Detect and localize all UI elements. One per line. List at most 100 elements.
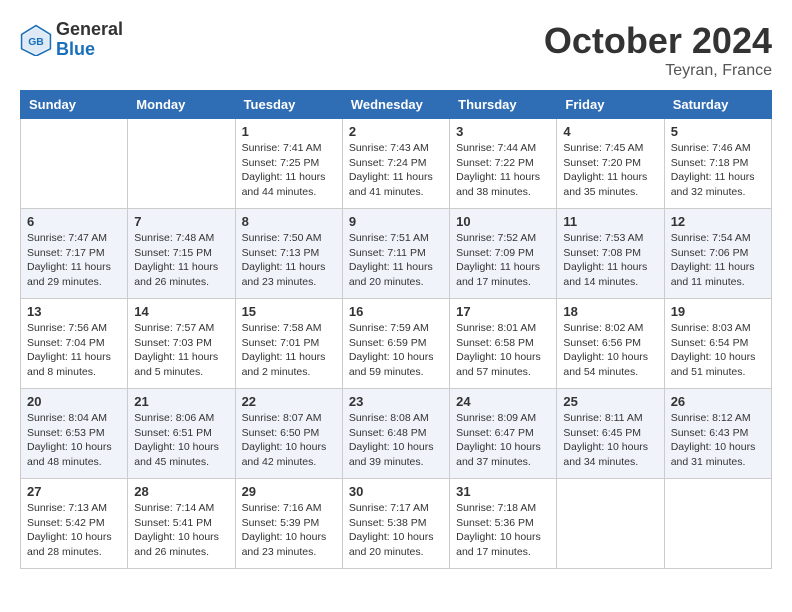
day-number: 21 — [134, 394, 228, 409]
calendar-cell: 3 Sunrise: 7:44 AMSunset: 7:22 PMDaylight… — [450, 119, 557, 209]
day-info: Sunrise: 8:11 AMSunset: 6:45 PMDaylight:… — [563, 411, 657, 470]
calendar-cell: 21 Sunrise: 8:06 AMSunset: 6:51 PMDayligh… — [128, 389, 235, 479]
calendar-cell: 25 Sunrise: 8:11 AMSunset: 6:45 PMDayligh… — [557, 389, 664, 479]
day-number: 19 — [671, 304, 765, 319]
calendar-cell: 26 Sunrise: 8:12 AMSunset: 6:43 PMDayligh… — [664, 389, 771, 479]
day-number: 5 — [671, 124, 765, 139]
day-info: Sunrise: 8:09 AMSunset: 6:47 PMDaylight:… — [456, 411, 550, 470]
day-info: Sunrise: 7:41 AMSunset: 7:25 PMDaylight:… — [242, 141, 336, 200]
day-number: 1 — [242, 124, 336, 139]
day-number: 27 — [27, 484, 121, 499]
day-info: Sunrise: 7:45 AMSunset: 7:20 PMDaylight:… — [563, 141, 657, 200]
day-info: Sunrise: 8:03 AMSunset: 6:54 PMDaylight:… — [671, 321, 765, 380]
day-info: Sunrise: 8:04 AMSunset: 6:53 PMDaylight:… — [27, 411, 121, 470]
day-info: Sunrise: 8:07 AMSunset: 6:50 PMDaylight:… — [242, 411, 336, 470]
calendar-cell: 14 Sunrise: 7:57 AMSunset: 7:03 PMDayligh… — [128, 299, 235, 389]
location: Teyran, France — [544, 62, 772, 80]
calendar-week-3: 13Sunrise: 7:56 AMSunset: 7:04 PMDayligh… — [21, 299, 772, 389]
calendar-cell: 20 Sunrise: 8:04 AMSunset: 6:53 PMDayligh… — [21, 389, 128, 479]
page-header: GB General Blue October 2024 Teyran, Fra… — [20, 20, 772, 80]
day-info: Sunrise: 7:48 AMSunset: 7:15 PMDaylight:… — [134, 231, 228, 290]
calendar-cell: 13Sunrise: 7:56 AMSunset: 7:04 PMDayligh… — [21, 299, 128, 389]
column-header-saturday: Saturday — [664, 91, 771, 119]
day-number: 16 — [349, 304, 443, 319]
day-number: 8 — [242, 214, 336, 229]
calendar-cell: 7Sunrise: 7:48 AMSunset: 7:15 PMDaylight… — [128, 209, 235, 299]
calendar-cell: 28 Sunrise: 7:14 AMSunset: 5:41 PMDayligh… — [128, 479, 235, 569]
day-info: Sunrise: 7:16 AMSunset: 5:39 PMDaylight:… — [242, 501, 336, 560]
calendar-table: SundayMondayTuesdayWednesdayThursdayFrid… — [20, 90, 772, 569]
day-number: 29 — [242, 484, 336, 499]
column-header-tuesday: Tuesday — [235, 91, 342, 119]
column-header-friday: Friday — [557, 91, 664, 119]
day-info: Sunrise: 7:57 AMSunset: 7:03 PMDaylight:… — [134, 321, 228, 380]
day-number: 20 — [27, 394, 121, 409]
calendar-cell: 5Sunrise: 7:46 AMSunset: 7:18 PMDaylight… — [664, 119, 771, 209]
day-number: 22 — [242, 394, 336, 409]
calendar-cell: 30Sunrise: 7:17 AMSunset: 5:38 PMDayligh… — [342, 479, 449, 569]
column-header-monday: Monday — [128, 91, 235, 119]
column-header-sunday: Sunday — [21, 91, 128, 119]
day-info: Sunrise: 8:08 AMSunset: 6:48 PMDaylight:… — [349, 411, 443, 470]
day-number: 26 — [671, 394, 765, 409]
day-info: Sunrise: 7:43 AMSunset: 7:24 PMDaylight:… — [349, 141, 443, 200]
calendar-cell: 12 Sunrise: 7:54 AMSunset: 7:06 PMDayligh… — [664, 209, 771, 299]
day-number: 25 — [563, 394, 657, 409]
calendar-cell — [557, 479, 664, 569]
calendar-cell — [128, 119, 235, 209]
day-number: 10 — [456, 214, 550, 229]
day-info: Sunrise: 8:12 AMSunset: 6:43 PMDaylight:… — [671, 411, 765, 470]
day-info: Sunrise: 7:53 AMSunset: 7:08 PMDaylight:… — [563, 231, 657, 290]
day-info: Sunrise: 7:14 AMSunset: 5:41 PMDaylight:… — [134, 501, 228, 560]
calendar-cell: 11Sunrise: 7:53 AMSunset: 7:08 PMDayligh… — [557, 209, 664, 299]
logo: GB General Blue — [20, 20, 123, 60]
day-number: 14 — [134, 304, 228, 319]
day-number: 12 — [671, 214, 765, 229]
day-number: 23 — [349, 394, 443, 409]
day-info: Sunrise: 7:58 AMSunset: 7:01 PMDaylight:… — [242, 321, 336, 380]
svg-text:GB: GB — [28, 37, 44, 48]
calendar-cell — [664, 479, 771, 569]
day-number: 24 — [456, 394, 550, 409]
calendar-cell: 16 Sunrise: 7:59 AMSunset: 6:59 PMDayligh… — [342, 299, 449, 389]
day-info: Sunrise: 7:13 AMSunset: 5:42 PMDaylight:… — [27, 501, 121, 560]
calendar-cell: 4 Sunrise: 7:45 AMSunset: 7:20 PMDaylight… — [557, 119, 664, 209]
calendar-cell: 8Sunrise: 7:50 AMSunset: 7:13 PMDaylight… — [235, 209, 342, 299]
calendar-cell: 15Sunrise: 7:58 AMSunset: 7:01 PMDayligh… — [235, 299, 342, 389]
calendar-cell: 6 Sunrise: 7:47 AMSunset: 7:17 PMDaylight… — [21, 209, 128, 299]
calendar-cell — [21, 119, 128, 209]
calendar-cell: 18 Sunrise: 8:02 AMSunset: 6:56 PMDayligh… — [557, 299, 664, 389]
day-number: 17 — [456, 304, 550, 319]
calendar-week-1: 1 Sunrise: 7:41 AMSunset: 7:25 PMDaylight… — [21, 119, 772, 209]
day-number: 18 — [563, 304, 657, 319]
day-info: Sunrise: 8:01 AMSunset: 6:58 PMDaylight:… — [456, 321, 550, 380]
logo-text: General Blue — [56, 20, 123, 60]
day-info: Sunrise: 7:47 AMSunset: 7:17 PMDaylight:… — [27, 231, 121, 290]
logo-icon: GB — [20, 24, 52, 56]
day-number: 9 — [349, 214, 443, 229]
month-title: October 2024 — [544, 20, 772, 62]
day-info: Sunrise: 8:06 AMSunset: 6:51 PMDaylight:… — [134, 411, 228, 470]
day-number: 13 — [27, 304, 121, 319]
calendar-cell: 1 Sunrise: 7:41 AMSunset: 7:25 PMDaylight… — [235, 119, 342, 209]
calendar-cell: 9Sunrise: 7:51 AMSunset: 7:11 PMDaylight… — [342, 209, 449, 299]
day-number: 3 — [456, 124, 550, 139]
calendar-cell: 17 Sunrise: 8:01 AMSunset: 6:58 PMDayligh… — [450, 299, 557, 389]
day-number: 6 — [27, 214, 121, 229]
title-block: October 2024 Teyran, France — [544, 20, 772, 80]
day-info: Sunrise: 7:44 AMSunset: 7:22 PMDaylight:… — [456, 141, 550, 200]
day-number: 4 — [563, 124, 657, 139]
column-header-wednesday: Wednesday — [342, 91, 449, 119]
day-info: Sunrise: 7:59 AMSunset: 6:59 PMDaylight:… — [349, 321, 443, 380]
calendar-week-5: 27 Sunrise: 7:13 AMSunset: 5:42 PMDayligh… — [21, 479, 772, 569]
day-number: 28 — [134, 484, 228, 499]
column-header-thursday: Thursday — [450, 91, 557, 119]
calendar-week-4: 20 Sunrise: 8:04 AMSunset: 6:53 PMDayligh… — [21, 389, 772, 479]
day-info: Sunrise: 7:54 AMSunset: 7:06 PMDaylight:… — [671, 231, 765, 290]
day-info: Sunrise: 8:02 AMSunset: 6:56 PMDaylight:… — [563, 321, 657, 380]
calendar-cell: 23 Sunrise: 8:08 AMSunset: 6:48 PMDayligh… — [342, 389, 449, 479]
day-info: Sunrise: 7:52 AMSunset: 7:09 PMDaylight:… — [456, 231, 550, 290]
day-number: 31 — [456, 484, 550, 499]
calendar-cell: 24 Sunrise: 8:09 AMSunset: 6:47 PMDayligh… — [450, 389, 557, 479]
day-info: Sunrise: 7:18 AMSunset: 5:36 PMDaylight:… — [456, 501, 550, 560]
